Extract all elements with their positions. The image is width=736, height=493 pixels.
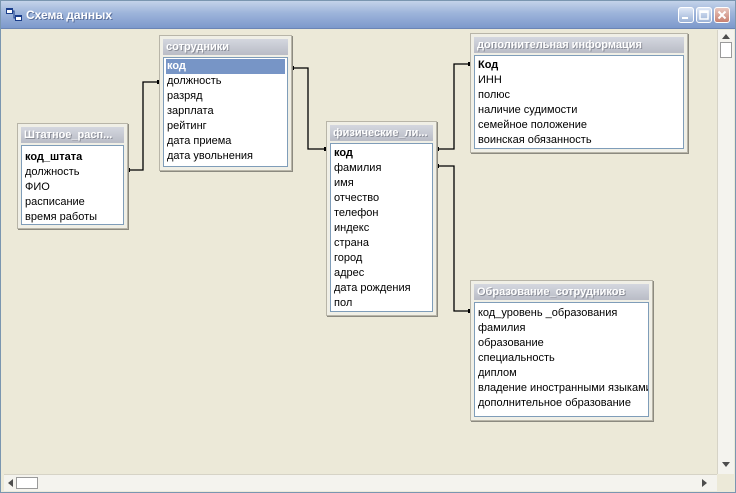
field-list[interactable]: код должность разряд зарплата рейтинг да… <box>163 57 288 167</box>
field-item[interactable]: телефон <box>333 206 430 221</box>
table-title[interactable]: Образование_сотрудников <box>474 284 649 300</box>
scroll-up-arrow-icon[interactable] <box>722 34 730 39</box>
field-list[interactable]: код фамилия имя отчество телефон индекс … <box>330 143 433 312</box>
schema-canvas[interactable]: Штатное_расп... код_штата должность ФИО … <box>4 30 716 474</box>
field-item[interactable]: дата приема <box>166 134 285 149</box>
scroll-left-arrow-icon[interactable] <box>8 479 13 487</box>
table-persons[interactable]: физические_ли... код фамилия имя отчеств… <box>326 121 437 316</box>
title-bar[interactable]: Схема данных <box>1 1 735 29</box>
link-persons-education <box>437 165 470 312</box>
field-item[interactable]: индекс <box>333 221 430 236</box>
table-title[interactable]: физические_ли... <box>330 125 433 141</box>
maximize-button[interactable] <box>696 7 712 23</box>
relationship-window: Схема данных Штатное_расп... код_штата д… <box>0 0 736 493</box>
field-item[interactable]: город <box>333 251 430 266</box>
field-item[interactable]: имя <box>333 176 430 191</box>
maximize-icon <box>699 10 709 20</box>
field-item[interactable]: владение иностранными языками <box>477 381 648 396</box>
minimize-icon <box>682 17 688 19</box>
table-title[interactable]: дополнительная информация <box>474 37 684 53</box>
field-item[interactable]: зарплата <box>166 104 285 119</box>
field-item[interactable]: фамилия <box>477 321 646 336</box>
field-item[interactable]: ФИО <box>24 180 121 195</box>
table-title[interactable]: Штатное_расп... <box>21 127 124 143</box>
table-extra-info[interactable]: дополнительная информация Код ИНН полюс … <box>470 33 688 153</box>
vertical-scrollbar[interactable] <box>717 30 734 474</box>
field-item[interactable]: образование <box>477 336 646 351</box>
field-item[interactable]: отчество <box>333 191 430 206</box>
link-staff-employees <box>128 81 159 171</box>
field-item[interactable]: должность <box>24 165 121 180</box>
scroll-corner <box>717 474 734 491</box>
close-button[interactable] <box>714 7 730 23</box>
field-item[interactable]: пол <box>333 296 430 311</box>
field-item[interactable]: специальность <box>477 351 646 366</box>
table-education[interactable]: Образование_сотрудников код_уровень _обр… <box>470 280 653 421</box>
field-item[interactable]: воинская обязанность <box>477 133 681 148</box>
field-item[interactable]: фамилия <box>333 161 430 176</box>
close-icon <box>717 10 727 20</box>
field-item[interactable]: разряд <box>166 89 285 104</box>
link-employees-persons <box>292 67 326 150</box>
field-list[interactable]: Код ИНН полюс наличие судимости семейное… <box>474 55 684 149</box>
field-item[interactable]: дополнительное образование <box>477 396 646 411</box>
field-item[interactable]: наличие судимости <box>477 103 681 118</box>
field-item[interactable]: код_уровень _образования <box>477 306 646 321</box>
minimize-button[interactable] <box>678 7 694 23</box>
vertical-scroll-thumb[interactable] <box>720 42 732 58</box>
field-item[interactable]: адрес <box>333 266 430 281</box>
field-item[interactable]: код <box>333 146 430 161</box>
field-item[interactable]: Код <box>477 58 681 73</box>
field-item[interactable]: время работы <box>24 210 121 224</box>
field-list[interactable]: код_уровень _образования фамилия образов… <box>474 302 649 417</box>
field-item[interactable]: диплом <box>477 366 646 381</box>
window-title: Схема данных <box>26 8 112 22</box>
field-item[interactable]: код_штата <box>24 150 121 165</box>
horizontal-scrollbar[interactable] <box>4 474 717 491</box>
table-staff-schedule[interactable]: Штатное_расп... код_штата должность ФИО … <box>17 123 128 229</box>
table-employees[interactable]: сотрудники код должность разряд зарплата… <box>159 35 292 171</box>
field-item[interactable]: должность <box>166 74 285 89</box>
field-item[interactable]: семейное положение <box>477 118 681 133</box>
horizontal-scroll-thumb[interactable] <box>16 477 38 489</box>
field-item[interactable]: дата увольнения <box>166 149 285 164</box>
field-item[interactable]: ИНН <box>477 73 681 88</box>
field-item[interactable]: расписание <box>24 195 121 210</box>
field-item[interactable]: полюс <box>477 88 681 103</box>
table-title[interactable]: сотрудники <box>163 39 288 55</box>
link-persons-extra-info <box>437 63 470 150</box>
relationships-icon <box>6 8 22 21</box>
field-item[interactable]: рейтинг <box>166 119 285 134</box>
scroll-down-arrow-icon[interactable] <box>722 462 730 467</box>
field-item[interactable]: код <box>166 59 285 74</box>
field-item[interactable]: страна <box>333 236 430 251</box>
field-list[interactable]: код_штата должность ФИО расписание время… <box>21 145 124 225</box>
field-item[interactable]: дата рождения <box>333 281 430 296</box>
scroll-right-arrow-icon[interactable] <box>702 479 707 487</box>
